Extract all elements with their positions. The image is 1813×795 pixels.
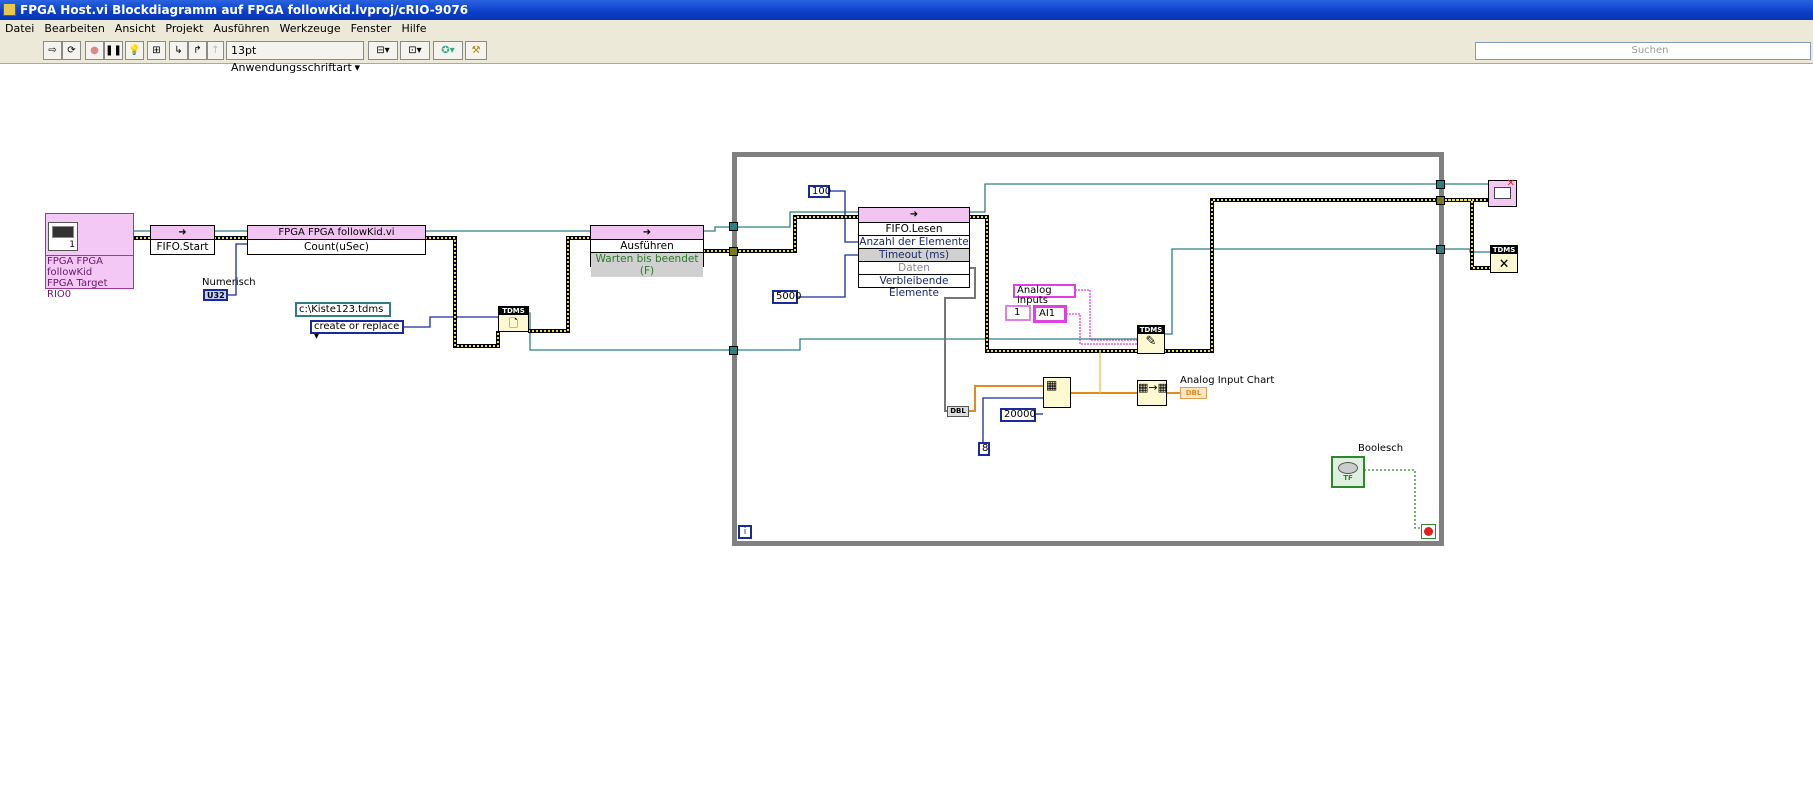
ausfuehren-label: Ausführen xyxy=(591,240,703,253)
tdms-label: TDMS xyxy=(499,307,528,315)
invoke-method-run-node[interactable]: ➜ Ausführen Warten bis beendet (F) xyxy=(590,225,704,277)
analog-input-chart-terminal[interactable]: DBL xyxy=(1180,387,1207,399)
fpga-target-icon: 1 xyxy=(48,222,78,251)
count-usec-row: Count(uSec) xyxy=(304,241,369,253)
numerisch-label: Numerisch xyxy=(202,277,256,288)
fpga-ref-target: FPGA Target xyxy=(47,278,108,289)
path-constant[interactable]: c:\Kiste123.tdms xyxy=(295,302,391,317)
tdms-close-node[interactable]: TDMS 🗙 xyxy=(1490,245,1518,273)
warten-bis-beendet-row[interactable]: Warten bis beendet (F) xyxy=(591,253,703,277)
fifo-read-label: FIFO.Lesen xyxy=(859,223,969,236)
array-icon: ▦ xyxy=(1046,378,1058,392)
chevron-down-icon: ▾ xyxy=(314,331,320,342)
analog-inputs-constant[interactable]: Analog inputs xyxy=(1013,284,1076,306)
fifo-read-node[interactable]: ➜ FIFO.Lesen Anzahl der Elemente Timeout… xyxy=(858,207,970,299)
operation-enum[interactable]: create or replace ▾ xyxy=(310,320,404,342)
loop-tunnel xyxy=(1436,180,1445,189)
loop-tunnel xyxy=(729,247,738,256)
enum-wire xyxy=(403,316,498,328)
file-open-icon: 🗋 xyxy=(509,317,518,330)
daten-row[interactable]: Daten xyxy=(859,262,969,275)
tdms-label: TDMS xyxy=(1138,326,1164,334)
loop-tunnel xyxy=(729,222,738,231)
read-write-control-node[interactable]: FPGA FPGA followKid.vi Count(uSec) xyxy=(247,225,426,255)
boolesch-control[interactable]: TF xyxy=(1331,456,1365,488)
constant-20000[interactable]: 20000 xyxy=(1000,408,1036,422)
loop-tunnel xyxy=(729,346,738,355)
analog-input-chart-label: Analog Input Chart xyxy=(1180,375,1275,386)
enum-value: create or replace xyxy=(314,321,400,332)
tdms-write-node[interactable]: TDMS ✎ xyxy=(1137,325,1165,354)
fifo-start-node[interactable]: ➜ FIFO.Start xyxy=(150,225,215,255)
verbleibende-elemente-row[interactable]: Verbleibende Elemente xyxy=(859,275,969,299)
constant-5000[interactable]: 5000 xyxy=(772,290,801,304)
fpga-ref-name: FPGA FPGA followKid xyxy=(47,256,103,278)
invoke-arrow-icon: ➜ xyxy=(859,208,969,223)
pencil-icon: ✎ xyxy=(1145,334,1157,349)
constant-8[interactable]: 8 xyxy=(978,442,990,456)
fpga-index: 1 xyxy=(69,240,75,250)
reshape-array-node[interactable]: ▦ xyxy=(1043,377,1071,408)
fpga-ref-resource: RIO0 xyxy=(47,289,72,300)
numerisch-control[interactable]: U32 xyxy=(203,289,228,301)
anzahl-der-elemente-row[interactable]: Anzahl der Elemente xyxy=(859,236,969,249)
path-value: c:\Kiste123.tdms xyxy=(299,304,384,315)
transpose-icon: ▦→▦ xyxy=(1138,381,1169,394)
boolesch-label: Boolesch xyxy=(1358,443,1404,454)
tdms-label: TDMS xyxy=(1491,246,1517,254)
followkid-title: FPGA FPGA followKid.vi xyxy=(248,226,425,240)
constant-100[interactable]: 100 xyxy=(808,185,831,198)
fifo-start-label: FIFO.Start xyxy=(156,241,209,253)
ai1-constant[interactable]: AI1 xyxy=(1033,305,1067,323)
loop-stop-terminal[interactable] xyxy=(1421,524,1436,539)
file-close-icon: 🗙 xyxy=(1499,256,1509,269)
invoke-arrow-icon: ➜ xyxy=(151,226,214,240)
transpose-array-node[interactable]: ▦→▦ xyxy=(1137,380,1169,406)
loop-tunnel xyxy=(1436,196,1445,205)
stop-icon xyxy=(1424,527,1433,536)
loop-iteration-terminal: i xyxy=(738,525,752,539)
close-icon: ✕ xyxy=(1506,178,1515,189)
button-icon xyxy=(1338,462,1358,474)
fpga-reference[interactable]: 1 FPGA FPGA followKid FPGA Target RIO0 xyxy=(45,213,134,300)
array-index: 1 xyxy=(1014,307,1021,318)
boolesch-type: TF xyxy=(1343,474,1353,482)
tdms-open-node[interactable]: TDMS 🗋 xyxy=(498,306,529,332)
invoke-arrow-icon: ➜ xyxy=(591,226,703,240)
to-dbl-conversion[interactable]: DBL xyxy=(947,406,969,417)
array-index-control[interactable]: 1 xyxy=(1005,305,1031,321)
timeout-row[interactable]: Timeout (ms) xyxy=(859,249,969,262)
close-fpga-reference-node[interactable]: ✕ xyxy=(1488,178,1517,207)
loop-tunnel xyxy=(1436,245,1445,254)
